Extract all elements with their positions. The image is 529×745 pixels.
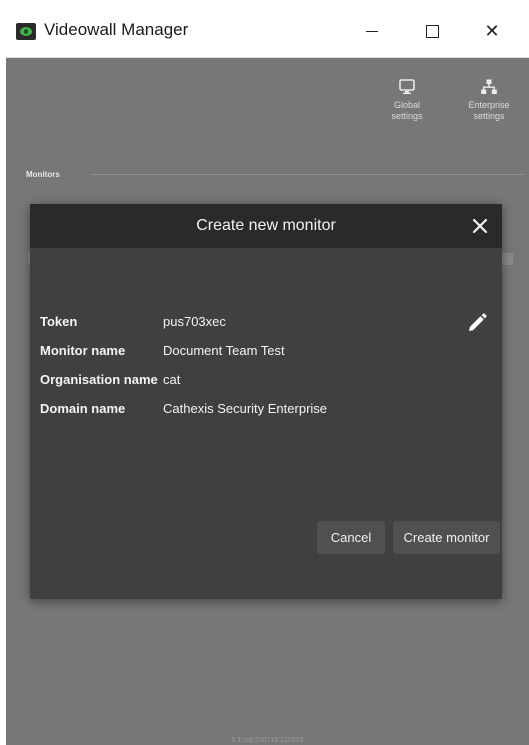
title-bar: Videowall Manager ✕	[6, 6, 529, 58]
edit-button[interactable]	[466, 312, 488, 334]
organisation-name-row: Organisation name cat	[40, 372, 180, 387]
app-window: Videowall Manager ✕ Global settings Ente…	[6, 6, 529, 745]
monitor-name-value: Document Team Test	[163, 343, 285, 358]
close-icon: ✕	[484, 21, 500, 41]
section-divider	[90, 174, 524, 175]
domain-name-value: Cathexis Security Enterprise	[163, 401, 328, 416]
close-icon	[472, 218, 488, 234]
create-monitor-button[interactable]: Create monitor	[393, 521, 500, 554]
dialog-close-button[interactable]	[466, 212, 494, 240]
domain-name-label: Domain name	[40, 401, 126, 416]
monitor-icon	[399, 79, 415, 94]
minimize-icon	[366, 31, 378, 32]
maximize-button[interactable]	[406, 6, 458, 57]
create-monitor-dialog: Create new monitor Token pus703xec Monito…	[30, 204, 502, 599]
enterprise-settings-button[interactable]: Enterprise settings	[460, 78, 518, 122]
dialog-title: Create new monitor	[196, 217, 336, 234]
token-label: Token	[40, 314, 78, 329]
organisation-name-label: Organisation name	[40, 372, 158, 387]
app-logo-icon	[16, 23, 36, 40]
dialog-header: Create new monitor	[30, 204, 502, 248]
global-settings-button[interactable]: Global settings	[378, 78, 436, 122]
enterprise-settings-label-line2: settings	[473, 111, 505, 121]
token-value: pus703xec	[163, 314, 226, 329]
minimize-button[interactable]	[346, 6, 398, 57]
window-title: Videowall Manager	[44, 20, 189, 39]
global-settings-label-line1: Global	[393, 100, 420, 110]
global-settings-label-line2: settings	[391, 111, 423, 121]
enterprise-settings-label-line1: Enterprise	[468, 100, 510, 110]
maximize-icon	[425, 25, 439, 38]
close-window-button[interactable]: ✕	[466, 6, 518, 57]
pencil-icon	[469, 313, 487, 331]
monitors-section-label: Monitors	[26, 170, 60, 179]
version-label: 5.1.rc9.230715.120613	[231, 737, 304, 744]
token-row: Token pus703xec	[40, 314, 226, 329]
organisation-name-value: cat	[163, 372, 181, 387]
network-icon	[481, 79, 497, 94]
cancel-button[interactable]: Cancel	[317, 521, 385, 554]
monitor-name-label: Monitor name	[40, 343, 126, 358]
monitor-name-row: Monitor name Document Team Test	[40, 343, 285, 358]
domain-name-row: Domain name Cathexis Security Enterprise	[40, 401, 327, 416]
